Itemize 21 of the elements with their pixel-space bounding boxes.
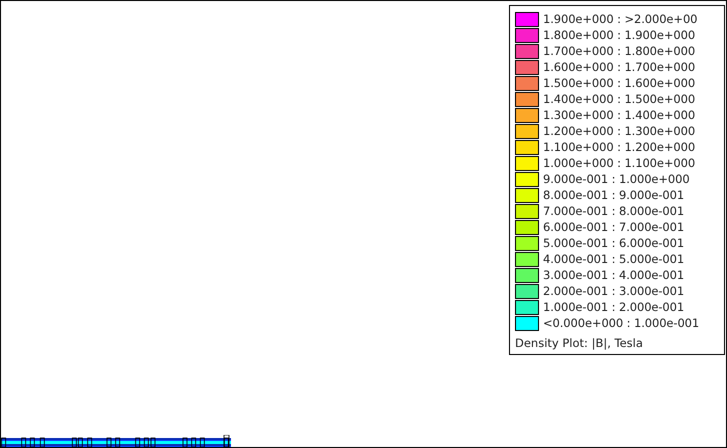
legend-label: 2.000e-001 : 3.000e-001 [543,284,684,298]
legend-label: 1.600e+000 : 1.700e+000 [543,60,696,74]
legend-label: 9.000e-001 : 1.000e+000 [543,172,690,186]
legend-label: 7.000e-001 : 8.000e-001 [543,204,684,218]
legend-label: 4.000e-001 : 5.000e-001 [543,252,684,266]
legend-label: 5.000e-001 : 6.000e-001 [543,236,684,250]
legend-label: 1.800e+000 : 1.900e+000 [543,28,696,42]
legend-label: 1.900e+000 : >2.000e+00 [543,12,698,26]
legend-label: 1.500e+000 : 1.600e+000 [543,76,696,90]
legend-label: 1.400e+000 : 1.500e+000 [543,92,696,106]
legend-label: 3.000e-001 : 4.000e-001 [543,268,684,282]
legend-caption: Density Plot: |B|, Tesla [515,336,644,350]
legend-label: 1.300e+000 : 1.400e+000 [543,108,696,122]
legend-label: 1.100e+000 : 1.200e+000 [543,140,696,154]
legend-label: <0.000e+000 : 1.000e-001 [543,316,700,330]
legend-label: 1.000e-001 : 2.000e-001 [543,300,684,314]
legend-label: 1.700e+000 : 1.800e+000 [543,44,696,58]
legend-label: 8.000e-001 : 9.000e-001 [543,188,684,202]
legend-label: 1.200e+000 : 1.300e+000 [543,124,696,138]
legend-label: 6.000e-001 : 7.000e-001 [543,220,684,234]
legend-label: 1.000e+000 : 1.100e+000 [543,156,696,170]
